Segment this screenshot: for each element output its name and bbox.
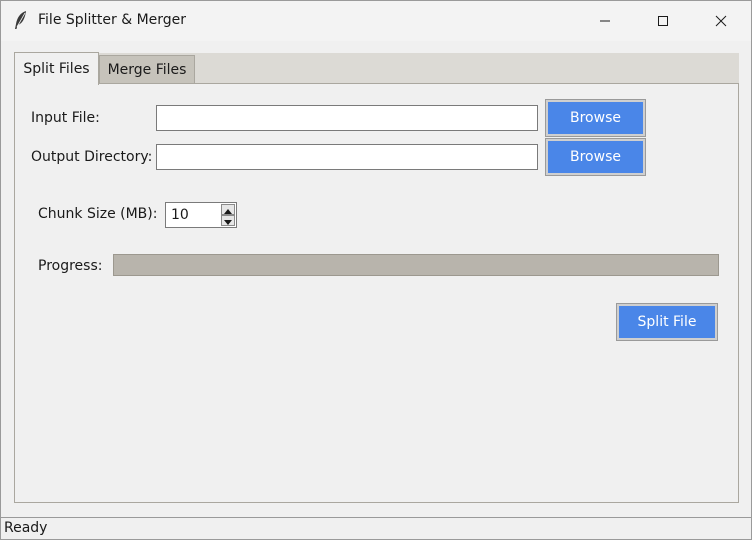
feather-icon	[13, 10, 29, 30]
progress-bar	[113, 254, 719, 276]
chunk-size-spinbox[interactable]: 10	[165, 202, 237, 228]
close-icon	[715, 15, 727, 27]
browse-input-button[interactable]: Browse	[545, 99, 646, 137]
window-title: File Splitter & Merger	[38, 12, 187, 28]
browse-button-label: Browse	[570, 110, 621, 126]
title-bar[interactable]: File Splitter & Merger	[1, 1, 751, 41]
input-file-field[interactable]	[156, 105, 538, 131]
output-directory-label: Output Directory:	[31, 149, 153, 165]
tab-label: Split Files	[23, 61, 90, 77]
chunk-size-label: Chunk Size (MB):	[38, 206, 158, 222]
input-file-label: Input File:	[31, 110, 100, 126]
minimize-button[interactable]	[576, 1, 634, 41]
maximize-icon	[657, 15, 669, 27]
spin-arrows	[221, 204, 235, 226]
triangle-down-icon	[224, 213, 232, 229]
split-file-button-label: Split File	[637, 314, 697, 330]
output-directory-field[interactable]	[156, 144, 538, 170]
status-bar: Ready	[1, 517, 751, 539]
split-file-button[interactable]: Split File	[616, 303, 718, 341]
maximize-button[interactable]	[634, 1, 692, 41]
browse-output-button[interactable]: Browse	[545, 138, 646, 176]
chunk-size-value[interactable]: 10	[171, 207, 189, 223]
tab-label: Merge Files	[107, 62, 187, 78]
spin-down-button[interactable]	[221, 215, 235, 226]
tab-merge-files[interactable]: Merge Files	[99, 55, 195, 84]
tab-strip: Split Files Merge Files	[14, 52, 739, 85]
app-window: File Splitter & Merger Split Files Merge…	[0, 0, 752, 540]
progress-label: Progress:	[38, 258, 103, 274]
browse-button-label: Browse	[570, 149, 621, 165]
status-text: Ready	[4, 520, 48, 536]
tab-split-files[interactable]: Split Files	[14, 52, 99, 85]
minimize-icon	[599, 15, 611, 27]
close-button[interactable]	[692, 1, 750, 41]
